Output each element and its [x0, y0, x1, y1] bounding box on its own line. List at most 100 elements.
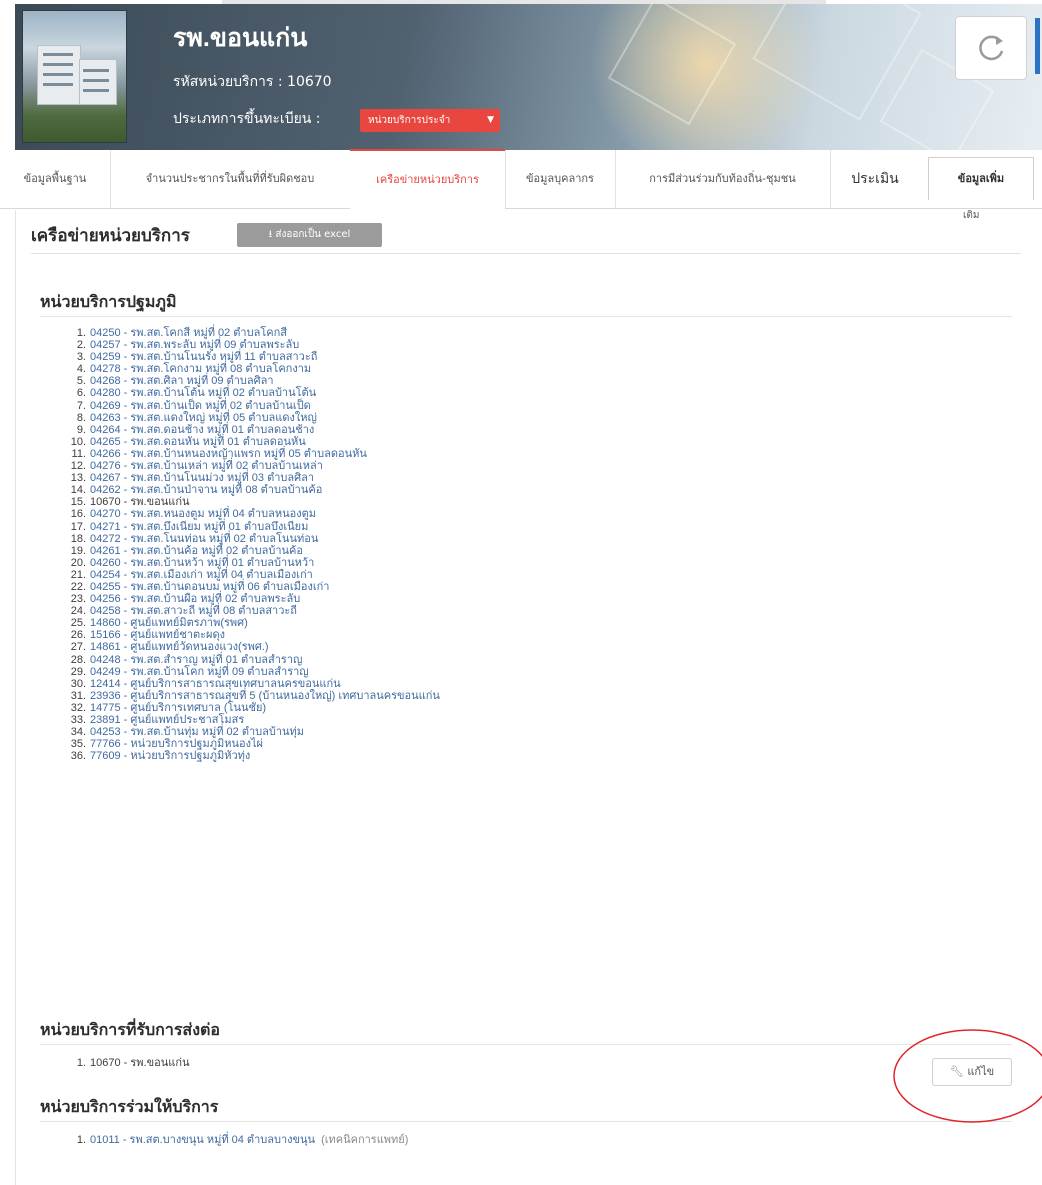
list-item-text[interactable]: 04272 - รพ.สต.โนนท่อน หมู่ที่ 02 ตำบลโนน…	[90, 533, 318, 545]
list-item[interactable]: 7. 04269 - รพ.สต.บ้านเป็ด หมู่ที่ 02 ตำบล…	[62, 400, 440, 412]
list-item-number: 28.	[70, 653, 86, 666]
list-item-text[interactable]: 14861 - ศูนย์แพทย์วัดหนองแวง(รพศ.)	[90, 641, 269, 653]
list-item[interactable]: 21. 04254 - รพ.สต.เมืองเก่า หมู่ที่ 04 ตำ…	[62, 569, 440, 581]
list-item-text[interactable]: 04249 - รพ.สต.บ้านโคก หมู่ที่ 09 ตำบลสำร…	[90, 666, 309, 678]
list-item[interactable]: 20. 04260 - รพ.สต.บ้านหว้า หมู่ที่ 01 ตำบ…	[62, 557, 440, 569]
list-item[interactable]: 28. 04248 - รพ.สต.สำราญ หมู่ที่ 01 ตำบลสำ…	[62, 654, 440, 666]
list-item-text[interactable]: 01011 - รพ.สต.บางขนุน หมู่ที่ 04 ตำบลบาง…	[90, 1134, 315, 1146]
list-item-text[interactable]: 04264 - รพ.สต.ดอนช้าง หมู่ที่ 01 ตำบลดอน…	[90, 424, 314, 436]
tab-service-network[interactable]: เครือข่ายหน่วยบริการ	[350, 149, 505, 209]
list-item-text[interactable]: 04269 - รพ.สต.บ้านเป็ด หมู่ที่ 02 ตำบลบ้…	[90, 400, 311, 412]
list-item-text[interactable]: 04271 - รพ.สต.บึงเนียม หมู่ที่ 01 ตำบลบึ…	[90, 521, 308, 533]
registration-type-dropdown[interactable]: หน่วยบริการประจำ ▼	[360, 109, 500, 132]
list-item[interactable]: 1. 01011 - รพ.สต.บางขนุน หมู่ที่ 04 ตำบลบ…	[62, 1134, 409, 1146]
list-item[interactable]: 1. 04250 - รพ.สต.โคกสี หมู่ที่ 02 ตำบลโคก…	[62, 327, 440, 339]
list-item-number: 22.	[70, 580, 86, 593]
list-item[interactable]: 17. 04271 - รพ.สต.บึงเนียม หมู่ที่ 01 ตำบ…	[62, 521, 440, 533]
list-item-text[interactable]: 23891 - ศูนย์แพทย์ประชาสโมสร	[90, 714, 244, 726]
list-item[interactable]: 34. 04253 - รพ.สต.บ้านทุ่ม หมู่ที่ 02 ตำบ…	[62, 726, 440, 738]
list-item-text[interactable]: 04258 - รพ.สต.สาวะถี หมู่ที่ 08 ตำบลสาวะ…	[90, 605, 297, 617]
list-item-text[interactable]: 14860 - ศูนย์แพทย์มิตรภาพ(รพศ)	[90, 617, 248, 629]
list-item[interactable]: 1. 10670 - รพ.ขอนแก่น	[62, 1057, 190, 1069]
list-item-text[interactable]: 04262 - รพ.สต.บ้านป่าจาน หมู่ที่ 08 ตำบล…	[90, 484, 322, 496]
list-item-text[interactable]: 04265 - รพ.สต.ดอนหัน หมู่ที่ 01 ตำบลดอนห…	[90, 436, 306, 448]
list-item-text[interactable]: 04253 - รพ.สต.บ้านทุ่ม หมู่ที่ 02 ตำบลบ้…	[90, 726, 304, 738]
list-item-text[interactable]: 04266 - รพ.สต.บ้านหนองหญ้าแพรก หมู่ที่ 0…	[90, 448, 367, 460]
list-item-text[interactable]: 04250 - รพ.สต.โคกสี หมู่ที่ 02 ตำบลโคกสี	[90, 327, 287, 339]
list-item-text[interactable]: 04280 - รพ.สต.บ้านโต้น หมู่ที่ 02 ตำบลบ้…	[90, 387, 316, 399]
tab-basic-info[interactable]: ข้อมูลพื้นฐาน	[0, 150, 110, 208]
list-item[interactable]: 11. 04266 - รพ.สต.บ้านหนองหญ้าแพรก หมู่ที…	[62, 448, 440, 460]
list-item-text[interactable]: 77766 - หน่วยบริการปฐมภูมิหนองไผ่	[90, 738, 263, 750]
list-item-text[interactable]: 04259 - รพ.สต.บ้านโนนรัง หมู่ที่ 11 ตำบล…	[90, 351, 317, 363]
list-item[interactable]: 10. 04265 - รพ.สต.ดอนหัน หมู่ที่ 01 ตำบลด…	[62, 436, 440, 448]
list-item-text[interactable]: 04268 - รพ.สต.ศิลา หมู่ที่ 09 ตำบลศิลา	[90, 375, 274, 387]
list-item-text[interactable]: 04263 - รพ.สต.แดงใหญ่ หมู่ที่ 05 ตำบลแดง…	[90, 412, 317, 424]
list-item[interactable]: 32. 14775 - ศูนย์บริการเทศบาล (โนนชัย)	[62, 702, 440, 714]
list-item[interactable]: 27. 14861 - ศูนย์แพทย์วัดหนองแวง(รพศ.)	[62, 641, 440, 653]
list-item-text[interactable]: 04255 - รพ.สต.บ้านดอนบม หมู่ที่ 06 ตำบลเ…	[90, 581, 329, 593]
list-item-text[interactable]: 04278 - รพ.สต.โคกงาม หมู่ที่ 08 ตำบลโคกง…	[90, 363, 311, 375]
list-item[interactable]: 33. 23891 - ศูนย์แพทย์ประชาสโมสร	[62, 714, 440, 726]
list-item[interactable]: 18. 04272 - รพ.สต.โนนท่อน หมู่ที่ 02 ตำบล…	[62, 533, 440, 545]
list-item-number: 26.	[70, 629, 86, 642]
list-item-text[interactable]: 04260 - รพ.สต.บ้านหว้า หมู่ที่ 01 ตำบลบ้…	[90, 557, 314, 569]
list-item-text[interactable]: 12414 - ศูนย์บริการสาธารณสุขเทศบาลนครขอน…	[90, 678, 341, 690]
list-item-number: 11.	[71, 447, 86, 460]
refresh-icon	[979, 35, 1004, 61]
edit-button-label: แก้ไข	[967, 1065, 995, 1078]
list-item-text[interactable]: 04256 - รพ.สต.บ้านผือ หมู่ที่ 02 ตำบลพระ…	[90, 593, 300, 605]
list-item-text[interactable]: 77609 - หน่วยบริการปฐมภูมิหัวทุ่ง	[90, 750, 250, 762]
refresh-button[interactable]	[955, 16, 1027, 80]
list-item[interactable]: 22. 04255 - รพ.สต.บ้านดอนบม หมู่ที่ 06 ตำ…	[62, 581, 440, 593]
list-item[interactable]: 4. 04278 - รพ.สต.โคกงาม หมู่ที่ 08 ตำบลโค…	[62, 363, 440, 375]
tab-population[interactable]: จำนวนประชากรในพื้นที่ที่รับผิดชอบ	[110, 150, 350, 208]
list-item-number: 2.	[76, 339, 86, 352]
list-item[interactable]: 9. 04264 - รพ.สต.ดอนช้าง หมู่ที่ 01 ตำบลด…	[62, 424, 440, 436]
list-item[interactable]: 19. 04261 - รพ.สต.บ้านค้อ หมู่ที่ 02 ตำบล…	[62, 545, 440, 557]
wrench-icon: 🔧︎	[949, 1065, 964, 1078]
list-item[interactable]: 31. 23936 - ศูนย์บริการสาธารณสุขที่ 5 (บ้…	[62, 690, 440, 702]
tab-personnel[interactable]: ข้อมูลบุคลากร	[505, 150, 615, 208]
list-item-text[interactable]: 04267 - รพ.สต.บ้านโนนม่วง หมู่ที่ 03 ตำบ…	[90, 472, 314, 484]
tab-evaluation[interactable]: ประเมิน	[830, 150, 920, 208]
list-item-text[interactable]: 23936 - ศูนย์บริการสาธารณสุขที่ 5 (บ้านห…	[90, 690, 440, 702]
edit-button[interactable]: 🔧︎ แก้ไข	[932, 1058, 1012, 1086]
list-item[interactable]: 30. 12414 - ศูนย์บริการสาธารณสุขเทศบาลนคร…	[62, 678, 440, 690]
list-item[interactable]: 5. 04268 - รพ.สต.ศิลา หมู่ที่ 09 ตำบลศิลา	[62, 375, 440, 387]
list-item-number: 23.	[70, 593, 86, 606]
list-item[interactable]: 16. 04270 - รพ.สต.หนองตูม หมู่ที่ 04 ตำบล…	[62, 508, 440, 520]
list-item[interactable]: 36. 77609 - หน่วยบริการปฐมภูมิหัวทุ่ง	[62, 750, 440, 762]
list-item[interactable]: 24. 04258 - รพ.สต.สาวะถี หมู่ที่ 08 ตำบลส…	[62, 605, 440, 617]
list-item[interactable]: 3. 04259 - รพ.สต.บ้านโนนรัง หมู่ที่ 11 ตำ…	[62, 351, 440, 363]
list-item[interactable]: 13. 04267 - รพ.สต.บ้านโนนม่วง หมู่ที่ 03 …	[62, 472, 440, 484]
list-item[interactable]: 8. 04263 - รพ.สต.แดงใหญ่ หมู่ที่ 05 ตำบลแ…	[62, 412, 440, 424]
list-item-text[interactable]: 04276 - รพ.สต.บ้านเหล่า หมู่ที่ 02 ตำบลบ…	[90, 460, 323, 472]
list-item-text[interactable]: 04270 - รพ.สต.หนองตูม หมู่ที่ 04 ตำบลหนอ…	[90, 508, 316, 520]
list-item-number: 20.	[70, 556, 86, 569]
list-item-number: 29.	[70, 665, 86, 678]
list-item-number: 36.	[70, 750, 86, 763]
list-item[interactable]: 26. 15166 - ศูนย์แพทย์ชาตะผดุง	[62, 629, 440, 641]
export-excel-button[interactable]: ⭳ ส่งออกเป็น excel	[237, 223, 382, 247]
tab-additional-info[interactable]: ข้อมูลเพิ่ม	[928, 157, 1034, 200]
list-item-text[interactable]: 14775 - ศูนย์บริการเทศบาล (โนนชัย)	[90, 702, 266, 714]
list-item[interactable]: 23. 04256 - รพ.สต.บ้านผือ หมู่ที่ 02 ตำบล…	[62, 593, 440, 605]
list-item-text[interactable]: 04261 - รพ.สต.บ้านค้อ หมู่ที่ 02 ตำบลบ้า…	[90, 545, 303, 557]
tab-bar: ข้อมูลพื้นฐาน จำนวนประชากรในพื้นที่ที่รั…	[0, 149, 1042, 209]
list-item-text[interactable]: 10670 - รพ.ขอนแก่น	[90, 496, 190, 508]
list-item-text[interactable]: 04254 - รพ.สต.เมืองเก่า หมู่ที่ 04 ตำบลเ…	[90, 569, 313, 581]
list-item-text[interactable]: 04248 - รพ.สต.สำราญ หมู่ที่ 01 ตำบลสำราญ	[90, 654, 302, 666]
list-item[interactable]: 6. 04280 - รพ.สต.บ้านโต้น หมู่ที่ 02 ตำบล…	[62, 387, 440, 399]
list-item[interactable]: 14. 04262 - รพ.สต.บ้านป่าจาน หมู่ที่ 08 ต…	[62, 484, 440, 496]
tab-community[interactable]: การมีส่วนร่วมกับท้องถิ่น-ชุมชน	[615, 150, 830, 208]
list-item-text[interactable]: 15166 - ศูนย์แพทย์ชาตะผดุง	[90, 629, 225, 641]
list-item[interactable]: 15. 10670 - รพ.ขอนแก่น	[62, 496, 440, 508]
list-item[interactable]: 25. 14860 - ศูนย์แพทย์มิตรภาพ(รพศ)	[62, 617, 440, 629]
list-item[interactable]: 2. 04257 - รพ.สต.พระลับ หมู่ที่ 09 ตำบลพร…	[62, 339, 440, 351]
list-item[interactable]: 12. 04276 - รพ.สต.บ้านเหล่า หมู่ที่ 02 ตำ…	[62, 460, 440, 472]
list-item-text[interactable]: 04257 - รพ.สต.พระลับ หมู่ที่ 09 ตำบลพระล…	[90, 339, 299, 351]
list-item[interactable]: 29. 04249 - รพ.สต.บ้านโคก หมู่ที่ 09 ตำบล…	[62, 666, 440, 678]
list-item[interactable]: 35. 77766 - หน่วยบริการปฐมภูมิหนองไผ่	[62, 738, 440, 750]
list-item-text[interactable]: 10670 - รพ.ขอนแก่น	[90, 1057, 190, 1069]
